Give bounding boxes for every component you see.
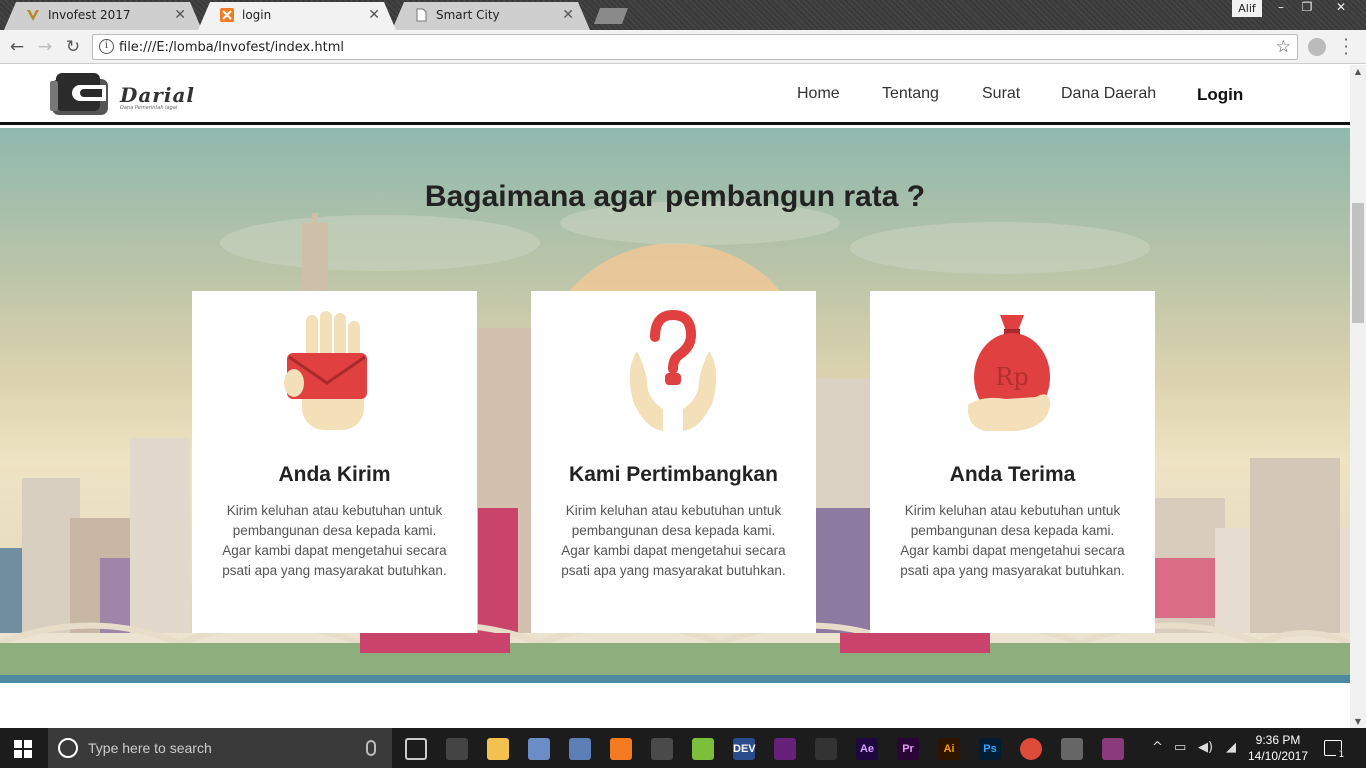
clock-time: 9:36 PM (1255, 733, 1301, 747)
site-logo[interactable]: Darial Dana Pemerintah lagal (50, 71, 220, 119)
search-placeholder: Type here to search (88, 740, 212, 756)
after-effects-icon[interactable]: Ae (856, 738, 878, 760)
v-logo-icon (26, 8, 40, 22)
restore-button[interactable]: ❐ (1294, 0, 1320, 18)
site-header: Darial Dana Pemerintah lagal Home Tentan… (0, 65, 1350, 125)
vbox-icon[interactable] (569, 738, 591, 760)
task-view-icon[interactable] (405, 738, 427, 760)
back-arrow-icon[interactable]: ← (6, 36, 28, 58)
photoshop-icon[interactable]: Ps (979, 738, 1001, 760)
info-icon[interactable]: i (99, 39, 114, 54)
page-scrollbar[interactable]: ▲ ▼ (1350, 65, 1366, 728)
card-description: Kirim keluhan atau kebutuhan untuk pemba… (900, 503, 1125, 578)
close-window-button[interactable]: ✕ (1328, 0, 1354, 18)
windows-taskbar: Type here to search DEV Ae Pr Ai Ps ^ ▭ ◀) ◢… (0, 728, 1366, 768)
address-bar[interactable]: i file:///E:/lomba/Invofest/index.html ☆ (92, 34, 1298, 60)
profile-badge[interactable]: Alif (1232, 0, 1262, 17)
card-title: Kami Pertimbangkan (569, 463, 778, 486)
wifi-icon[interactable]: ◢ (1226, 740, 1236, 755)
cortana-icon (58, 738, 78, 758)
rp-label: Rp (995, 363, 1028, 391)
taskbar-search-box[interactable]: Type here to search (48, 728, 392, 768)
close-tab-icon[interactable]: ✕ (368, 7, 380, 23)
forward-arrow-icon[interactable]: → (34, 36, 56, 58)
media-icon[interactable] (815, 738, 837, 760)
new-tab-button[interactable] (594, 8, 628, 24)
nav-login[interactable]: Login (1197, 85, 1243, 105)
reload-icon[interactable]: ↻ (62, 36, 84, 58)
tab-title: Smart City (436, 8, 500, 22)
hands-question-icon (629, 309, 717, 431)
chrome-menu-icon[interactable]: · · · (1340, 32, 1352, 62)
feature-card-anda-kirim: Anda Kirim Kirim keluhan atau kebutuhan … (192, 291, 477, 633)
tab-smart-city[interactable]: Smart City ✕ (392, 2, 590, 30)
scroll-up-icon[interactable]: ▲ (1350, 67, 1366, 76)
card-title: Anda Terima (949, 463, 1076, 486)
card-description: Kirim keluhan atau kebutuhan untuk pemba… (561, 503, 786, 578)
minimize-button[interactable]: – (1268, 0, 1294, 18)
card-title: Anda Kirim (278, 463, 391, 486)
volume-icon[interactable]: ◀) (1198, 740, 1213, 755)
url-text[interactable]: file:///E:/lomba/Invofest/index.html (119, 40, 344, 55)
bookmark-star-icon[interactable]: ☆ (1276, 37, 1291, 57)
tab-login[interactable]: login ✕ (198, 2, 396, 30)
tab-title: Invofest 2017 (48, 8, 131, 22)
hero-title: Bagaimana agar pembangun rata ? (424, 180, 926, 213)
battery-icon[interactable]: ▭ (1174, 740, 1186, 755)
devcpp-icon[interactable]: DEV (733, 738, 756, 760)
visual-studio-icon[interactable] (774, 738, 796, 760)
action-center-icon[interactable]: 1 (1324, 740, 1347, 761)
droplet-icon[interactable] (1061, 738, 1083, 760)
browser-tab-strip: Invofest 2017 ✕ login ✕ Smart City ✕ Ali… (0, 0, 1366, 30)
hero-bottom-strip (0, 675, 1350, 683)
scroll-down-icon[interactable]: ▼ (1350, 717, 1366, 726)
chrome-icon[interactable] (1020, 738, 1042, 760)
notification-count: 1 (1336, 750, 1347, 761)
close-tab-icon[interactable]: ✕ (174, 7, 186, 23)
extension-icon[interactable] (1308, 38, 1326, 56)
close-tab-icon[interactable]: ✕ (562, 7, 574, 23)
nav-dana-daerah[interactable]: Dana Daerah (1061, 85, 1156, 103)
android-studio-icon[interactable] (692, 738, 714, 760)
taskbar-clock[interactable]: 9:36 PM 14/10/2017 (1246, 732, 1310, 764)
illustrator-icon[interactable]: Ai (938, 738, 960, 760)
tab-title: login (242, 8, 272, 22)
xampp-icon (220, 8, 234, 22)
tab-invofest[interactable]: Invofest 2017 ✕ (4, 2, 202, 30)
page-icon (414, 8, 428, 22)
browser-toolbar: ← → ↻ i file:///E:/lomba/Invofest/index.… (0, 30, 1366, 64)
scrollbar-thumb[interactable] (1352, 203, 1364, 323)
xampp-icon[interactable] (610, 738, 632, 760)
logo-tagline: Dana Pemerintah lagal (120, 105, 178, 111)
nav-tentang[interactable]: Tentang (882, 85, 939, 103)
money-bag-icon: Rp (967, 315, 1050, 431)
hand-envelope-icon (284, 311, 367, 430)
3d-box-icon[interactable] (528, 738, 550, 760)
sublime-icon[interactable] (651, 738, 673, 760)
store-icon[interactable] (446, 738, 468, 760)
windows-start-icon[interactable] (14, 740, 32, 758)
microphone-icon[interactable] (366, 740, 376, 756)
feature-card-anda-terima: Rp Anda Terima Kirim keluhan atau kebutu… (870, 291, 1155, 633)
premiere-icon[interactable]: Pr (897, 738, 919, 760)
nav-home[interactable]: Home (797, 85, 840, 103)
wallet-logo-icon (50, 73, 108, 115)
hero-section: Bagaimana agar pembangun rata ? Anda Kir… (0, 128, 1350, 683)
file-explorer-icon[interactable] (487, 738, 509, 760)
card-description: Kirim keluhan atau kebutuhan untuk pemba… (222, 503, 447, 578)
logo-text: Darial (120, 83, 195, 107)
clock-date: 14/10/2017 (1247, 749, 1309, 763)
feature-card-kami-pertimbangkan: Kami Pertimbangkan Kirim keluhan atau ke… (531, 291, 816, 633)
page-viewport: Darial Dana Pemerintah lagal Home Tentan… (0, 65, 1350, 728)
nav-surat[interactable]: Surat (982, 85, 1020, 103)
show-hidden-icons-icon[interactable]: ^ (1152, 740, 1163, 755)
winrar-icon[interactable] (1102, 738, 1124, 760)
